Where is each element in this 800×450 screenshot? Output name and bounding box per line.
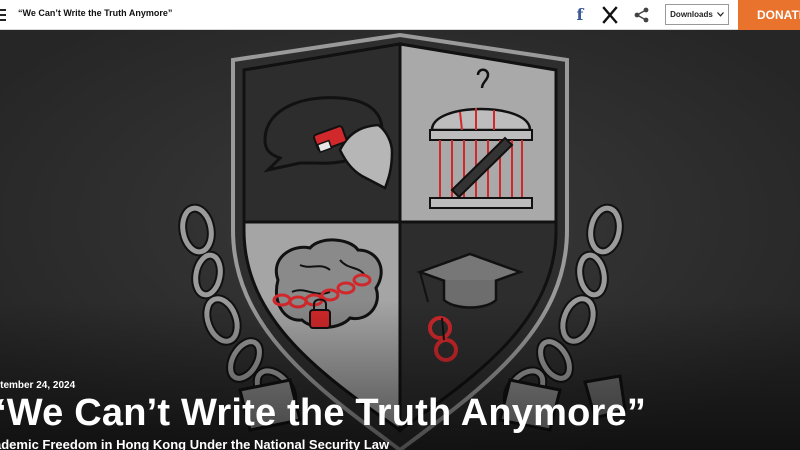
downloads-button[interactable]: Downloads — [665, 4, 729, 25]
report-subtitle: ademic Freedom in Hong Kong Under the Na… — [0, 437, 390, 450]
donate-button[interactable]: DONATE — [738, 0, 800, 30]
page-title: “We Can’t Write the Truth Anymore” — [18, 8, 173, 18]
facebook-icon[interactable]: f — [570, 5, 590, 25]
downloads-label: Downloads — [670, 10, 713, 19]
publish-date: otember 24, 2024 — [0, 380, 76, 391]
share-icon[interactable] — [632, 5, 652, 25]
hero-banner: otember 24, 2024 ‘We Can’t Write the Tru… — [0, 30, 800, 450]
top-bar: “We Can’t Write the Truth Anymore” f Dow… — [0, 0, 800, 30]
menu-icon[interactable] — [0, 6, 8, 24]
x-icon[interactable] — [600, 5, 620, 25]
report-headline: ‘We Can’t Write the Truth Anymore” — [0, 392, 647, 434]
chevron-down-icon — [716, 12, 724, 17]
